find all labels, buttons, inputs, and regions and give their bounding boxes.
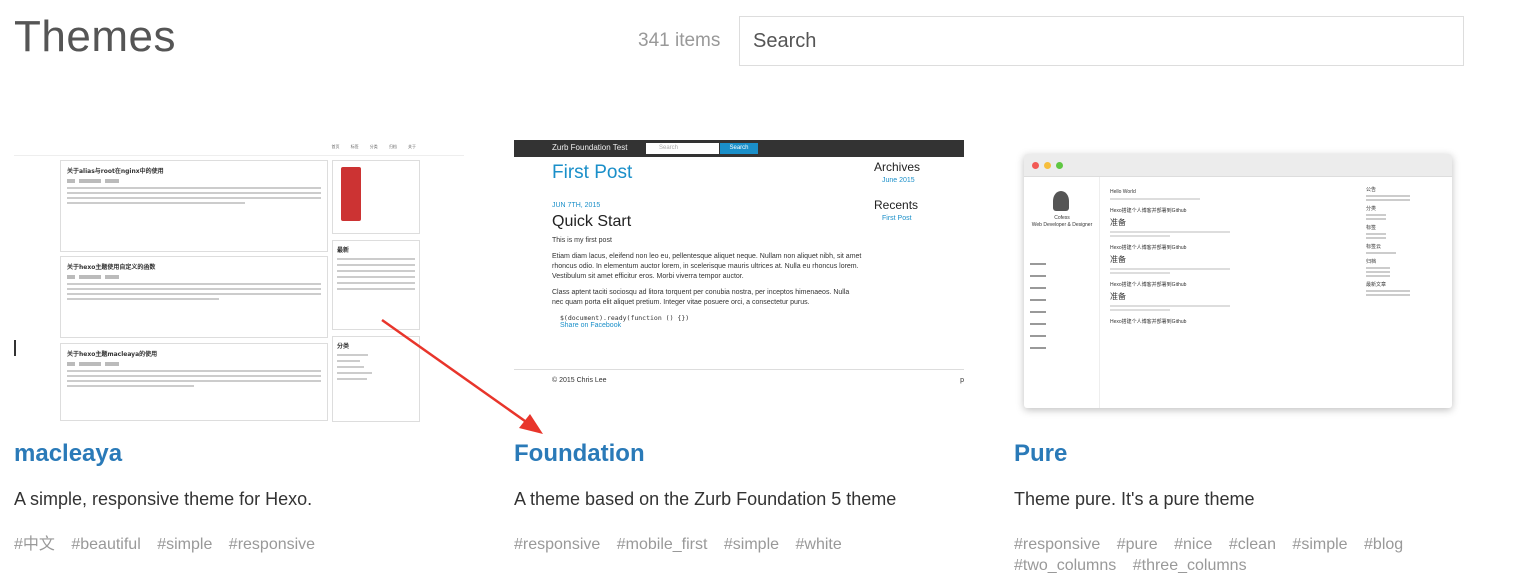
theme-title-link[interactable]: macleaya bbox=[14, 440, 122, 468]
tag-link[interactable]: #simple bbox=[724, 536, 779, 553]
thumb-footer: © 2015 Chris Lee bbox=[552, 377, 607, 384]
theme-card-foundation: Zurb Foundation Test Search Search First… bbox=[514, 140, 964, 553]
thumb-paragraph: Etiam diam lacus, eleifend non leo eu, p… bbox=[552, 253, 862, 280]
thumb-left-sidebar: Cofess Web Developer & Designer bbox=[1024, 177, 1100, 408]
thumb-recents-heading: Recents bbox=[874, 198, 919, 212]
thumb-archives-item: June 2015 bbox=[882, 177, 915, 184]
maximize-dot-icon bbox=[1056, 162, 1063, 169]
tag-link[interactable]: #beautiful bbox=[71, 536, 140, 553]
thumb-code: $(document).ready(function () {}) bbox=[560, 314, 690, 322]
thumb-post-heading: Hello World bbox=[1110, 189, 1136, 195]
theme-thumbnail-pure[interactable]: Cofess Web Developer & Designer Hello Wo… bbox=[1014, 140, 1464, 422]
theme-tags: #responsive #mobile_first #simple #white bbox=[514, 534, 954, 555]
thumb-side-heading: 分类 bbox=[337, 343, 350, 350]
thumb-topbar: Zurb Foundation Test Search Search bbox=[514, 140, 964, 157]
thumb-paragraph: Class aptent taciti sociosqu ad litora t… bbox=[552, 289, 850, 306]
thumb-search-input: Search bbox=[646, 143, 719, 154]
tag-link[interactable]: #simple bbox=[157, 536, 212, 553]
thumb-intro: This is my first post bbox=[552, 237, 612, 244]
theme-card-macleaya: 首页 标签 分类 归档 关于 关于alias与root在nginx中的使用 关于… bbox=[14, 140, 464, 553]
minimize-dot-icon bbox=[1044, 162, 1051, 169]
search-input[interactable] bbox=[739, 16, 1464, 66]
tag-link[interactable]: #nice bbox=[1174, 536, 1212, 553]
thumb-side-heading: 最新 bbox=[337, 247, 350, 254]
thumb-subtitle: Quick Start bbox=[552, 213, 632, 230]
thumb-topbar: 首页 标签 分类 归档 关于 bbox=[14, 140, 464, 156]
thumb-main: First Post JUN 7TH, 2015 Quick Start Thi… bbox=[552, 162, 862, 329]
thumb-post-item: Hexo搭建个人博客并部署到Github bbox=[1110, 245, 1187, 251]
text-cursor-icon bbox=[14, 340, 16, 356]
page-title: Themes bbox=[14, 12, 176, 61]
tag-link[interactable]: #mobile_first bbox=[617, 536, 708, 553]
thumb-brand: Zurb Foundation Test bbox=[552, 143, 628, 152]
tag-link[interactable]: #white bbox=[795, 536, 841, 553]
thumb-nav: 首页 标签 分类 归档 关于 bbox=[331, 144, 416, 149]
theme-title-link[interactable]: Pure bbox=[1014, 440, 1067, 468]
thumb-post-big: 准备 bbox=[1110, 255, 1126, 264]
thumb-aside: Archives June 2015 Recents First Post bbox=[874, 160, 962, 236]
avatar bbox=[1053, 191, 1069, 211]
thumb-post-title: First Post bbox=[552, 162, 633, 183]
thumb-side-latest: 最新 bbox=[332, 240, 420, 330]
thumb-post-item: Hexo搭建个人博客并部署到Github bbox=[1110, 319, 1187, 325]
theme-card-pure: Cofess Web Developer & Designer Hello Wo… bbox=[1014, 140, 1464, 573]
tag-link[interactable]: #clean bbox=[1229, 536, 1276, 553]
thumb-post-big: 准备 bbox=[1110, 218, 1126, 227]
thumb-author-name: Cofess bbox=[1054, 215, 1070, 221]
thumb-recents-item: First Post bbox=[882, 215, 912, 222]
tag-link[interactable]: #responsive bbox=[1014, 536, 1100, 553]
theme-description: A theme based on the Zurb Foundation 5 t… bbox=[514, 489, 897, 509]
thumb-side-category: 分类 bbox=[332, 336, 420, 422]
thumb-share-link: Share on Facebook bbox=[560, 322, 622, 329]
thumb-right-heading: 归档 bbox=[1366, 259, 1377, 265]
thumb-right-heading: 标签 bbox=[1366, 225, 1377, 231]
theme-title-link[interactable]: Foundation bbox=[514, 440, 645, 468]
thumb-right-heading: 标签云 bbox=[1366, 244, 1382, 250]
thumb-post: 关于hexo主题使用自定义的函数 bbox=[60, 256, 328, 338]
thumb-post-title: 关于hexo主题macleaya的使用 bbox=[67, 351, 158, 358]
thumb-window-bar bbox=[1024, 154, 1452, 177]
thumb-side-profile bbox=[332, 160, 420, 234]
thumb-main: Hello World Hexo搭建个人博客并部署到Github 准备 Hexo… bbox=[1110, 182, 1360, 328]
thumb-right-heading: 最新文章 bbox=[1366, 282, 1387, 288]
thumb-right-sidebar: 公告 分类 标签 标签云 归档 最新文章 bbox=[1366, 182, 1446, 298]
thumb-post: 关于alias与root在nginx中的使用 bbox=[60, 160, 328, 252]
thumb-post-title: 关于alias与root在nginx中的使用 bbox=[67, 168, 164, 175]
theme-thumbnail-macleaya[interactable]: 首页 标签 分类 归档 关于 关于alias与root在nginx中的使用 关于… bbox=[14, 140, 464, 422]
thumb-post-date: JUN 7TH, 2015 bbox=[552, 202, 601, 209]
thumb-post-item: Hexo搭建个人博客并部署到Github bbox=[1110, 282, 1187, 288]
tag-link[interactable]: #pure bbox=[1117, 536, 1158, 553]
theme-description: A simple, responsive theme for Hexo. bbox=[14, 489, 313, 509]
thumb-window: Cofess Web Developer & Designer Hello Wo… bbox=[1024, 154, 1452, 408]
theme-tags: #responsive #pure #nice #clean #simple #… bbox=[1014, 534, 1454, 573]
tag-link[interactable]: #simple bbox=[1292, 536, 1347, 553]
tag-link[interactable]: #responsive bbox=[229, 536, 315, 553]
thumb-post: 关于hexo主题macleaya的使用 bbox=[60, 343, 328, 421]
close-dot-icon bbox=[1032, 162, 1039, 169]
thumb-post-title: 关于hexo主题使用自定义的函数 bbox=[67, 264, 156, 271]
tag-link[interactable]: #two_columns bbox=[1014, 557, 1116, 573]
thumb-author-role: Web Developer & Designer bbox=[1031, 222, 1093, 228]
tag-link[interactable]: #responsive bbox=[514, 536, 600, 553]
items-count: 341 items bbox=[638, 30, 721, 51]
theme-thumbnail-foundation[interactable]: Zurb Foundation Test Search Search First… bbox=[514, 140, 964, 422]
tag-link[interactable]: #中文 bbox=[14, 536, 55, 553]
thumb-right-heading: 公告 bbox=[1366, 187, 1377, 193]
thumb-profile-image bbox=[341, 167, 361, 221]
thumb-post-big: 准备 bbox=[1110, 292, 1126, 301]
tag-link[interactable]: #blog bbox=[1364, 536, 1403, 553]
theme-tags: #中文 #beautiful #simple #responsive bbox=[14, 534, 454, 555]
thumb-search-button: Search bbox=[720, 143, 758, 154]
thumb-divider bbox=[514, 369, 964, 370]
thumb-footer-right: p bbox=[960, 377, 964, 384]
thumb-archives-heading: Archives bbox=[874, 160, 921, 174]
tag-link[interactable]: #three_columns bbox=[1133, 557, 1247, 573]
thumb-post-item: Hexo搭建个人博客并部署到Github bbox=[1110, 208, 1187, 214]
theme-description: Theme pure. It's a pure theme bbox=[1014, 489, 1255, 509]
thumb-right-heading: 分类 bbox=[1366, 206, 1377, 212]
